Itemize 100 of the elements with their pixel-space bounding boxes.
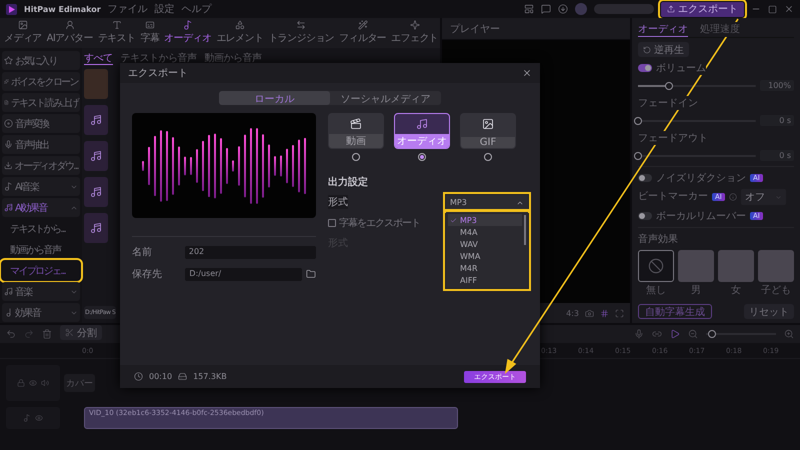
split-button[interactable]: 分割 bbox=[60, 325, 102, 340]
close-icon[interactable] bbox=[784, 4, 794, 14]
export-tab[interactable]: ローカル bbox=[219, 91, 330, 105]
sidebar-item[interactable]: オーディオダウ... bbox=[2, 156, 80, 175]
media-tab[interactable]: テキストから音声 bbox=[120, 51, 196, 65]
undo-icon[interactable] bbox=[6, 329, 16, 339]
cover-button[interactable]: カバー bbox=[64, 374, 95, 392]
dropdown-option[interactable]: WAV bbox=[448, 238, 522, 250]
menu-item[interactable]: ファイル bbox=[108, 2, 148, 16]
slider-thumb[interactable] bbox=[634, 116, 642, 124]
volume-toggle[interactable] bbox=[638, 64, 652, 72]
menu-item[interactable]: 設定 bbox=[154, 2, 175, 16]
reset-button[interactable]: リセット bbox=[744, 304, 794, 319]
aspect-ratio[interactable]: 4:3 bbox=[566, 308, 579, 318]
radio-button[interactable] bbox=[352, 153, 360, 161]
fade-in-reading[interactable]: 0 s bbox=[760, 115, 794, 126]
zoom-slider[interactable] bbox=[706, 330, 776, 338]
slider-thumb[interactable] bbox=[664, 82, 673, 90]
audio-thumbnail[interactable] bbox=[84, 105, 108, 135]
export-button[interactable]: エクスポート bbox=[661, 2, 744, 16]
audio-thumbnail[interactable] bbox=[84, 141, 108, 171]
download-icon[interactable] bbox=[558, 4, 568, 14]
volume-reading[interactable]: 100% bbox=[760, 80, 794, 91]
checkbox[interactable] bbox=[328, 219, 336, 227]
sidebar-subitem[interactable]: テキストから... bbox=[2, 219, 80, 238]
radio-button[interactable] bbox=[418, 153, 426, 161]
reverse-button[interactable]: 逆再生 bbox=[638, 42, 689, 57]
format-card[interactable]: 動画 bbox=[328, 113, 384, 149]
noise-toggle[interactable] bbox=[638, 174, 652, 182]
file-size: 157.3KB bbox=[193, 372, 227, 381]
beat-marker-select[interactable]: オフ bbox=[740, 189, 786, 205]
voice-effects-title: 音声効果 bbox=[638, 232, 678, 246]
microphone-icon[interactable] bbox=[634, 329, 644, 339]
play-icon[interactable] bbox=[670, 329, 680, 339]
document-icon bbox=[4, 98, 9, 107]
dropdown-option[interactable]: AIFF bbox=[448, 274, 522, 286]
toolbar-tab[interactable]: フィルター bbox=[337, 20, 388, 48]
format-card[interactable]: GIF bbox=[460, 113, 516, 149]
slider-thumb[interactable] bbox=[634, 152, 642, 160]
fullscreen-icon[interactable] bbox=[615, 308, 624, 318]
sidebar-item[interactable]: お気に入り bbox=[2, 51, 80, 70]
auto-caption-button[interactable]: 自動字幕生成 bbox=[638, 304, 712, 319]
sidebar-item[interactable]: 音声抽出 bbox=[2, 135, 80, 154]
toolbar-tab[interactable]: メディア bbox=[2, 20, 44, 48]
sidebar-item[interactable]: 効果音 bbox=[2, 303, 80, 322]
toolbar-tab[interactable]: エフェクト bbox=[389, 20, 440, 48]
chat-icon[interactable] bbox=[541, 4, 551, 14]
panel-tab[interactable]: 処理速度 bbox=[700, 22, 740, 37]
vocal-toggle[interactable] bbox=[638, 212, 652, 220]
name-field[interactable]: 202 bbox=[184, 246, 316, 258]
disc-icon bbox=[4, 119, 13, 128]
sidebar-item[interactable]: テキスト読み上げ bbox=[2, 93, 80, 112]
microphone-icon bbox=[4, 140, 13, 149]
format-label: 形式 bbox=[328, 195, 348, 209]
save-path-field[interactable]: D:/user/ bbox=[185, 268, 302, 280]
sidebar-item[interactable]: AI効果音 bbox=[2, 198, 80, 217]
noise-reduction-label: ノイズリダクション bbox=[656, 171, 746, 185]
format-card[interactable]: オーディオ bbox=[394, 113, 450, 149]
zoom-out-icon[interactable] bbox=[688, 329, 698, 339]
dropdown-option[interactable]: M4R bbox=[448, 262, 522, 274]
sidebar-item[interactable]: ボイスをクローン bbox=[2, 72, 80, 91]
sidebar-item[interactable]: 音声変換 bbox=[2, 114, 80, 133]
export-tab[interactable]: ソーシャルメディア bbox=[330, 91, 441, 105]
camera-icon[interactable] bbox=[585, 308, 594, 318]
close-icon[interactable] bbox=[522, 68, 532, 78]
sidebar-subitem[interactable]: マイプロジェ... bbox=[2, 261, 80, 280]
toolbar-tab[interactable]: テキスト bbox=[96, 20, 138, 48]
fade-out-reading[interactable]: 0 s bbox=[760, 150, 794, 161]
scissors-icon bbox=[65, 328, 74, 337]
zoom-slider-thumb[interactable] bbox=[708, 330, 716, 338]
layout-icon[interactable] bbox=[524, 4, 534, 14]
dropdown-option[interactable]: WMA bbox=[448, 250, 522, 262]
scrollbar[interactable] bbox=[524, 215, 526, 245]
dropdown-option[interactable]: MP3 bbox=[448, 214, 522, 226]
duration: 00:10 bbox=[149, 372, 172, 381]
media-tab[interactable]: すべて bbox=[84, 51, 112, 65]
toolbar-tab[interactable]: トランジション bbox=[266, 20, 336, 48]
menu-item[interactable]: ヘルプ bbox=[182, 2, 212, 16]
media-tab[interactable]: 動画から音声 bbox=[204, 51, 262, 65]
grid-icon[interactable] bbox=[600, 308, 609, 318]
toolbar-tab[interactable]: エレメント bbox=[214, 20, 266, 48]
trash-icon[interactable] bbox=[42, 329, 52, 339]
toolbar-tab[interactable]: 字幕 bbox=[138, 20, 162, 48]
maximize-icon[interactable] bbox=[768, 4, 777, 14]
panel-tab[interactable]: オーディオ bbox=[638, 22, 688, 37]
arrows-icon bbox=[296, 20, 306, 30]
sidebar-subitem[interactable]: 動画から音声 bbox=[2, 240, 80, 259]
radio-button[interactable] bbox=[484, 153, 492, 161]
zoom-in-icon[interactable] bbox=[784, 329, 794, 339]
checkbox-label: 字幕をエクスポート bbox=[339, 216, 420, 230]
dropdown-option[interactable]: M4A bbox=[448, 226, 522, 238]
none-option[interactable] bbox=[638, 250, 674, 282]
audio-thumbnail[interactable] bbox=[84, 177, 108, 207]
folder-icon[interactable] bbox=[306, 269, 316, 279]
toolbar-tab[interactable]: AIアバター bbox=[44, 20, 95, 48]
sidebar-item[interactable]: AI音楽 bbox=[2, 177, 80, 196]
toolbar-tab[interactable]: オーディオ bbox=[162, 20, 214, 48]
reverse-icon bbox=[643, 46, 651, 54]
audio-thumbnail[interactable] bbox=[84, 213, 108, 243]
sidebar-item[interactable]: 音楽 bbox=[2, 282, 80, 301]
